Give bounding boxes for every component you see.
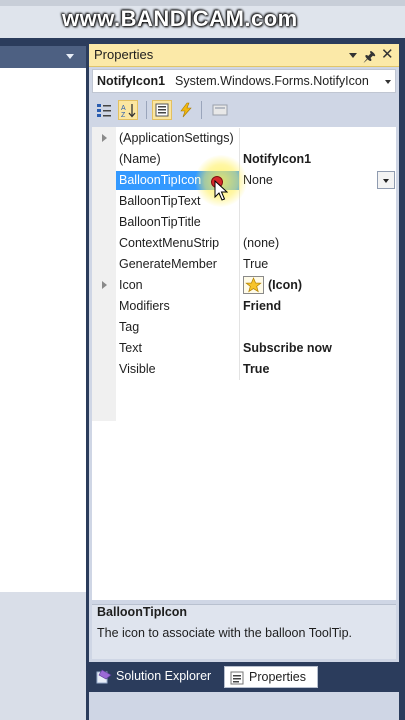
property-name: GenerateMember	[119, 257, 217, 271]
chevron-down-icon[interactable]	[66, 54, 74, 59]
value-dropdown-button[interactable]	[377, 171, 395, 189]
property-row[interactable]: Visible True	[92, 359, 396, 380]
column-divider	[239, 359, 240, 380]
property-row[interactable]: Tag	[92, 317, 396, 338]
panel-tab-strip: Solution Explorer Properties	[89, 662, 399, 692]
properties-toolbar: A Z	[92, 98, 396, 124]
property-value[interactable]: (none)	[243, 236, 393, 250]
property-name: Visible	[119, 362, 156, 376]
events-button[interactable]	[176, 100, 196, 120]
alphabetical-icon: A Z	[121, 104, 136, 119]
property-row[interactable]: BalloonTipText	[92, 191, 396, 212]
property-grid: (ApplicationSettings) (Name) NotifyIcon1…	[92, 127, 396, 600]
object-name: NotifyIcon1	[97, 74, 166, 88]
categorized-icon	[97, 104, 111, 117]
close-icon[interactable]: ✕	[381, 45, 394, 63]
property-row[interactable]: BalloonTipTitle	[92, 212, 396, 233]
tab-label: Properties	[249, 670, 306, 684]
window-position-dropdown-icon[interactable]	[349, 53, 357, 58]
toolbar-separator	[201, 101, 202, 119]
properties-icon	[155, 103, 169, 117]
editor-bottom-area	[0, 592, 86, 720]
property-row[interactable]: (ApplicationSettings)	[92, 128, 396, 149]
chevron-down-icon	[385, 80, 391, 84]
properties-title: Properties	[94, 47, 154, 62]
property-value[interactable]: Friend	[243, 299, 393, 313]
property-name: ContextMenuStrip	[119, 236, 220, 250]
editor-area[interactable]	[0, 68, 86, 592]
property-value[interactable]: True	[243, 257, 393, 271]
column-divider	[239, 212, 240, 233]
column-divider	[239, 275, 240, 296]
column-divider	[239, 296, 240, 317]
tab-label: Solution Explorer	[116, 669, 212, 683]
property-value[interactable]: NotifyIcon1	[243, 152, 393, 166]
object-type: System.Windows.Forms.NotifyIcon	[175, 74, 369, 88]
watermark-text: www.BANDICAM.com	[62, 6, 298, 31]
mouse-cursor-icon	[214, 180, 228, 201]
property-value[interactable]: Subscribe now	[243, 341, 393, 355]
object-selector-dropdown[interactable]: NotifyIcon1 System.Windows.Forms.NotifyI…	[92, 69, 396, 93]
solution-explorer-icon	[96, 669, 112, 684]
tab-solution-explorer[interactable]: Solution Explorer	[92, 666, 220, 688]
expand-arrow-icon[interactable]	[102, 281, 107, 289]
property-value[interactable]: (Icon)	[268, 278, 405, 292]
property-name: Icon	[119, 278, 143, 292]
properties-view-button[interactable]	[152, 100, 172, 120]
property-pages-button[interactable]	[210, 100, 230, 120]
description-panel: BalloonTipIcon The icon to associate wit…	[92, 604, 396, 659]
property-name: (ApplicationSettings)	[119, 131, 234, 145]
toolbar-separator	[146, 101, 147, 119]
expand-arrow-icon[interactable]	[102, 134, 107, 142]
svg-text:A: A	[121, 105, 126, 112]
property-row[interactable]: Icon (Icon)	[92, 275, 396, 296]
property-value[interactable]: True	[243, 362, 393, 376]
property-row[interactable]: GenerateMember True	[92, 254, 396, 275]
properties-title-bar: Properties 🖈 ✕	[89, 44, 399, 67]
property-row[interactable]: ContextMenuStrip (none)	[92, 233, 396, 254]
property-name: Tag	[119, 320, 140, 334]
property-pages-icon	[212, 104, 228, 116]
column-divider	[239, 254, 240, 275]
column-divider	[239, 317, 240, 338]
chevron-down-icon	[383, 179, 389, 183]
column-divider	[239, 128, 240, 149]
svg-text:Z: Z	[121, 112, 126, 118]
star-icon	[243, 276, 264, 294]
recording-watermark-bar: www.BANDICAM.com	[0, 0, 405, 38]
property-name: Modifiers	[119, 299, 170, 313]
events-icon	[180, 102, 192, 118]
property-name: BalloonTipTitle	[119, 215, 201, 229]
property-row[interactable]: (Name) NotifyIcon1	[92, 149, 396, 170]
property-value[interactable]: None	[243, 173, 393, 187]
property-row[interactable]: Text Subscribe now	[92, 338, 396, 359]
column-divider	[239, 338, 240, 359]
description-title: BalloonTipIcon	[97, 605, 188, 619]
property-row[interactable]: Modifiers Friend	[92, 296, 396, 317]
properties-tab-icon	[230, 671, 244, 685]
column-divider	[239, 233, 240, 254]
tab-properties[interactable]: Properties	[224, 666, 318, 688]
pin-icon[interactable]: 🖈	[363, 46, 376, 70]
property-name: Text	[119, 341, 142, 355]
properties-window: Properties 🖈 ✕ NotifyIcon1 System.Window…	[89, 44, 399, 720]
alphabetical-button[interactable]: A Z	[118, 100, 138, 120]
categorized-button[interactable]	[94, 100, 114, 120]
description-text: The icon to associate with the balloon T…	[97, 626, 353, 640]
